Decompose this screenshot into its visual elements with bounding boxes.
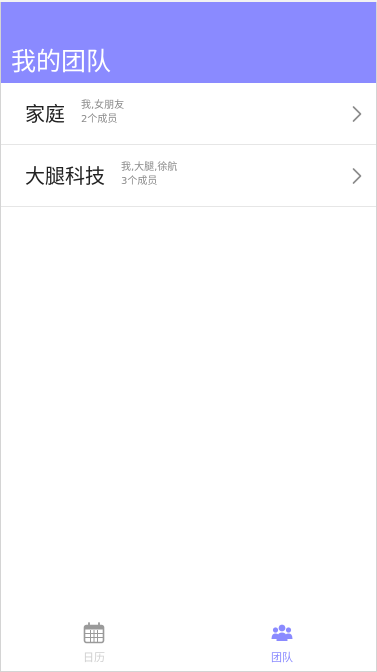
team-meta: 我,大腿,徐航 3个成员: [121, 161, 177, 189]
team-icon: [271, 624, 293, 641]
calendar-icon: [83, 622, 105, 644]
team-list: 家庭 我,女朋友 2个成员 大腿科技 我,大腿,徐航 3个成员: [1, 83, 376, 207]
team-members: 我,大腿,徐航: [121, 162, 178, 173]
team-row-datui-tech[interactable]: 大腿科技 我,大腿,徐航 3个成员: [1, 145, 376, 207]
tab-label: 团队: [271, 651, 293, 664]
team-members: 我,女朋友: [81, 100, 125, 111]
tab-calendar[interactable]: 日历: [64, 618, 124, 670]
chevron-right-icon: [352, 106, 362, 122]
page-title: 我的团队: [11, 47, 112, 76]
team-row-family[interactable]: 家庭 我,女朋友 2个成员: [1, 83, 376, 145]
tab-label: 日历: [83, 651, 105, 664]
header-bar: 我的团队: [1, 2, 376, 83]
chevron-right-icon: [352, 168, 362, 184]
team-name: 家庭: [25, 102, 65, 126]
status-strip: [0, 0, 377, 2]
team-member-count: 2个成员: [81, 114, 118, 125]
team-name: 大腿科技: [25, 164, 105, 188]
tab-bar: 日历 团队: [1, 618, 376, 670]
team-meta: 我,女朋友 2个成员: [81, 99, 124, 127]
team-member-count: 3个成员: [121, 176, 158, 187]
tab-team[interactable]: 团队: [252, 618, 312, 670]
